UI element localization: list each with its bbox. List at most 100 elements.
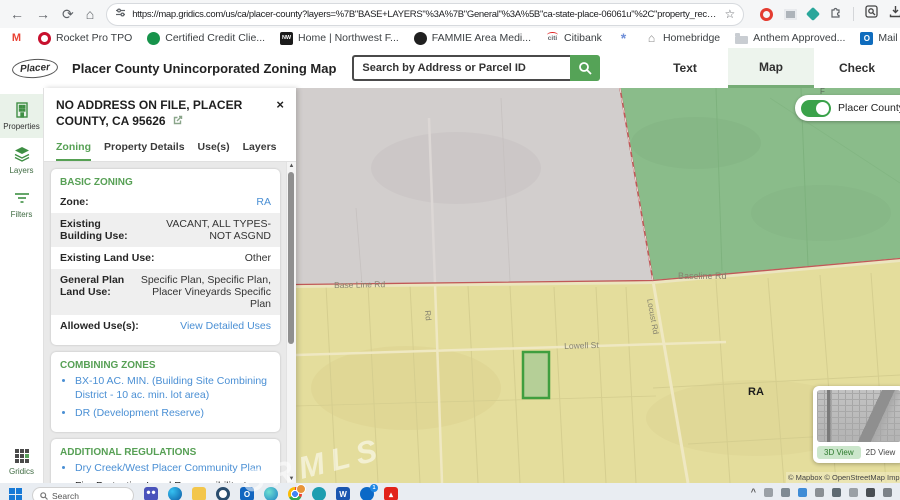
taskbar-app-phone[interactable]: 1: [360, 487, 374, 500]
back-icon[interactable]: ←: [10, 7, 24, 21]
extension-window-icon[interactable]: [784, 9, 797, 20]
section-card-2: ADDITIONAL REGULATIONS Dry Creek/West Pla…: [51, 439, 280, 483]
sidebar-item-layers[interactable]: Layers: [0, 138, 43, 182]
tray-icon-0[interactable]: [764, 488, 773, 497]
taskbar-app-edge[interactable]: [168, 487, 182, 500]
close-panel-icon[interactable]: ×: [274, 97, 286, 129]
search-button[interactable]: [570, 55, 600, 81]
bookmark-anthem-approved[interactable]: Anthem Approved...: [735, 32, 845, 44]
tab-property-details[interactable]: Property Details: [104, 141, 185, 161]
sidebar-item-label: Properties: [3, 122, 39, 131]
tab-uses[interactable]: Use(s): [198, 141, 230, 161]
bookmark-rocket-pro-tpo[interactable]: Rocket Pro TPO: [38, 32, 132, 45]
tab-layers[interactable]: Layers: [243, 141, 277, 161]
tray-icon-6[interactable]: [866, 488, 875, 497]
forward-icon[interactable]: →: [36, 7, 50, 21]
panel-tabs: Zoning Property Details Use(s) Layers: [44, 131, 296, 162]
taskbar-app-edge2[interactable]: [264, 487, 278, 500]
property-panel: NO ADDRESS ON FILE, PLACER COUNTY, CA 95…: [44, 88, 296, 483]
bookmark-star-icon[interactable]: ☆: [724, 7, 735, 21]
bullet-list: BX-10 AC. MIN. (Building Site Combining …: [75, 375, 271, 420]
share-link-icon[interactable]: [173, 113, 183, 129]
reload-icon[interactable]: ⟳: [62, 7, 74, 21]
map-attribution[interactable]: © Mapbox © OpenStreetMap Improve this ma…: [786, 472, 900, 483]
map-canvas[interactable]: Base Line RdBaseline RdLowell StLocust R…: [296, 88, 900, 483]
tab-zoning[interactable]: Zoning: [56, 141, 91, 161]
extension-red-icon[interactable]: [760, 8, 773, 21]
fammie-icon: [414, 32, 427, 45]
taskbar-app-outlook[interactable]: O: [240, 487, 254, 500]
bookmark-gmail[interactable]: M: [10, 32, 23, 45]
site-settings-icon[interactable]: [115, 5, 126, 23]
bullet-item[interactable]: DR (Development Reserve): [75, 407, 271, 421]
view-2d-button[interactable]: 2D View: [866, 448, 896, 457]
bookmark-citibank[interactable]: citiCitibank: [546, 32, 602, 45]
bookmark-label: Rocket Pro TPO: [56, 32, 132, 44]
taskbar-app-dell[interactable]: [216, 487, 230, 500]
taskbar-app-chrome[interactable]: [288, 487, 302, 500]
bookmark-home-northwest-f[interactable]: NWHome | Northwest F...: [280, 32, 399, 45]
bookmark-mail-rc-raymondco[interactable]: OMail - rc raymondco...: [860, 32, 900, 45]
bookmark-fammie-area-medi[interactable]: FAMMIE Area Medi...: [414, 32, 531, 45]
url-text[interactable]: https://map.gridics.com/us/ca/placer-cou…: [132, 9, 718, 20]
section-heading: ADDITIONAL REGULATIONS: [60, 447, 271, 458]
taskbar-search[interactable]: Search: [32, 487, 134, 500]
bookmark-label: FAMMIE Area Medi...: [432, 32, 531, 44]
scroll-up-icon[interactable]: ▲: [287, 163, 296, 169]
bullet-item[interactable]: BX-10 AC. MIN. (Building Site Combining …: [75, 375, 271, 402]
tab-map[interactable]: Map: [728, 48, 814, 88]
browser-toolbar: ← → ⟳ ⌂ https://map.gridics.com/us/ca/pl…: [0, 0, 900, 29]
tray-icon-5[interactable]: [849, 488, 858, 497]
bookmark-certified-credit-clie[interactable]: Certified Credit Clie...: [147, 32, 265, 45]
bullet-item[interactable]: Dry Creek/West Placer Community Plan: [75, 462, 271, 476]
field-label: Zone:: [60, 196, 89, 208]
county-layer-toggle[interactable]: Placer County: [795, 95, 900, 121]
taskbar-app-acrobat[interactable]: ▴: [384, 487, 398, 500]
extension-teal-icon[interactable]: [806, 7, 820, 21]
tab-text[interactable]: Text: [642, 48, 728, 88]
bookmark-homebridge[interactable]: ⌂Homebridge: [645, 32, 720, 45]
tray-icon-3[interactable]: [815, 488, 824, 497]
minimap-buttons: 3D View 2D View: [817, 446, 900, 459]
address-bar[interactable]: https://map.gridics.com/us/ca/placer-cou…: [106, 3, 744, 26]
sidebar-item-properties[interactable]: Properties: [0, 94, 43, 138]
download-icon[interactable]: [889, 5, 900, 23]
folder-icon: [735, 36, 748, 44]
sidebar: Properties Layers Filters Gridics: [0, 88, 44, 483]
field-label: General Plan Land Use:: [60, 274, 125, 298]
taskbar-app-word[interactable]: W: [336, 487, 350, 500]
view-3d-button[interactable]: 3D View: [817, 446, 861, 459]
extensions-puzzle-icon[interactable]: [829, 5, 842, 23]
tray-icon-1[interactable]: [781, 488, 790, 497]
minimap-image[interactable]: [817, 390, 900, 442]
search-tabs-icon[interactable]: [865, 5, 878, 23]
home-icon[interactable]: ⌂: [86, 7, 94, 21]
panel-scrollbar[interactable]: ▲ ▼: [286, 162, 296, 483]
tray-icon-4[interactable]: [832, 488, 841, 497]
building-icon: [13, 101, 31, 119]
sidebar-item-filters[interactable]: Filters: [0, 182, 43, 226]
citi-icon: citi: [546, 32, 559, 45]
bookmark-label: Home | Northwest F...: [298, 32, 399, 44]
sidebar-footer-gridics[interactable]: Gridics: [0, 441, 43, 483]
taskbar-app-folder[interactable]: [192, 487, 206, 500]
search-input[interactable]: [352, 55, 570, 81]
taskbar-app-globe[interactable]: [312, 487, 326, 500]
search-box: [352, 55, 600, 81]
scroll-down-icon[interactable]: ▼: [287, 476, 296, 482]
outlook-icon: O: [860, 32, 873, 45]
field-value[interactable]: RA: [256, 196, 271, 208]
tray-icon-2[interactable]: [798, 488, 807, 497]
scrollbar-thumb[interactable]: [288, 172, 294, 344]
field-value[interactable]: View Detailed Uses: [180, 320, 271, 332]
toggle-switch-icon[interactable]: [801, 100, 831, 117]
tray-expand-icon[interactable]: ^: [751, 488, 756, 497]
selected-parcel[interactable]: [523, 352, 549, 398]
field-label: Existing Land Use:: [60, 252, 155, 264]
bookmark-flower[interactable]: *: [617, 32, 630, 45]
taskbar-app-windows[interactable]: [8, 487, 22, 500]
tab-check[interactable]: Check: [814, 48, 900, 88]
tray-icon-7[interactable]: [883, 488, 892, 497]
taskbar-app-teams[interactable]: [144, 487, 158, 500]
gmail-icon: M: [10, 32, 23, 45]
